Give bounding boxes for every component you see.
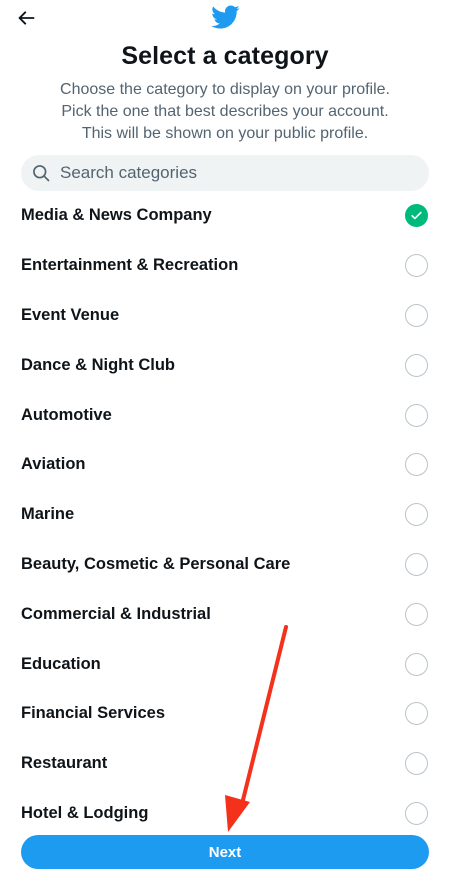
radio-button[interactable] — [405, 503, 428, 527]
category-label: Marine — [21, 505, 75, 524]
category-item[interactable]: Marine — [0, 490, 450, 540]
category-item[interactable]: Commercial & Industrial — [0, 589, 450, 639]
category-select-screen: Select a category Choose the category to… — [0, 0, 450, 875]
category-item[interactable]: Education — [0, 639, 450, 689]
category-item[interactable]: Media & News Company — [0, 191, 450, 241]
category-label: Dance & Night Club — [21, 355, 176, 374]
search-bar[interactable] — [21, 155, 429, 191]
radio-button[interactable] — [405, 702, 428, 726]
category-list: Media & News Company Entertainment & Rec… — [0, 191, 450, 838]
category-label: Aviation — [21, 455, 86, 474]
radio-button[interactable] — [405, 552, 428, 576]
subtitle-line: Choose the category to display on your p… — [60, 81, 390, 98]
search-input[interactable] — [60, 158, 400, 188]
selected-check-icon[interactable] — [405, 204, 428, 228]
next-button[interactable]: Next — [21, 835, 429, 869]
subtitle-line: This will be shown on your public profil… — [81, 125, 369, 142]
twitter-bird-icon — [211, 5, 240, 29]
radio-button[interactable] — [405, 453, 428, 477]
category-item[interactable]: Automotive — [0, 390, 450, 440]
category-item[interactable]: Dance & Night Club — [0, 340, 450, 390]
category-label: Education — [21, 654, 101, 673]
category-label: Commercial & Industrial — [21, 604, 211, 623]
radio-button[interactable] — [405, 353, 428, 377]
category-item[interactable]: Beauty, Cosmetic & Personal Care — [0, 540, 450, 590]
radio-button[interactable] — [405, 403, 428, 427]
category-label: Beauty, Cosmetic & Personal Care — [21, 554, 291, 573]
category-item[interactable]: Restaurant — [0, 739, 450, 789]
back-button[interactable] — [12, 4, 40, 32]
subtitle-line: Pick the one that best describes your ac… — [61, 103, 389, 120]
category-item[interactable]: Event Venue — [0, 291, 450, 341]
category-item[interactable]: Entertainment & Recreation — [0, 241, 450, 291]
page-subtitle: Choose the category to display on your p… — [20, 79, 430, 145]
category-label: Financial Services — [21, 704, 165, 723]
checkmark-icon — [411, 212, 422, 220]
radio-button[interactable] — [405, 254, 428, 278]
search-icon — [33, 165, 50, 182]
category-item[interactable]: Financial Services — [0, 689, 450, 739]
category-label: Entertainment & Recreation — [21, 256, 239, 275]
category-item[interactable]: Aviation — [0, 440, 450, 490]
category-label: Event Venue — [21, 305, 120, 324]
page-title: Select a category — [121, 42, 329, 70]
category-item[interactable]: Hotel & Lodging — [0, 789, 450, 839]
category-label: Media & News Company — [21, 206, 212, 225]
radio-button[interactable] — [405, 602, 428, 626]
radio-button[interactable] — [405, 801, 428, 825]
category-label: Hotel & Lodging — [21, 803, 149, 822]
radio-button[interactable] — [405, 303, 428, 327]
arrow-left-icon — [18, 11, 35, 25]
radio-button[interactable] — [405, 752, 428, 776]
category-label: Automotive — [21, 405, 112, 424]
category-label: Restaurant — [21, 754, 108, 773]
radio-button[interactable] — [405, 652, 428, 676]
